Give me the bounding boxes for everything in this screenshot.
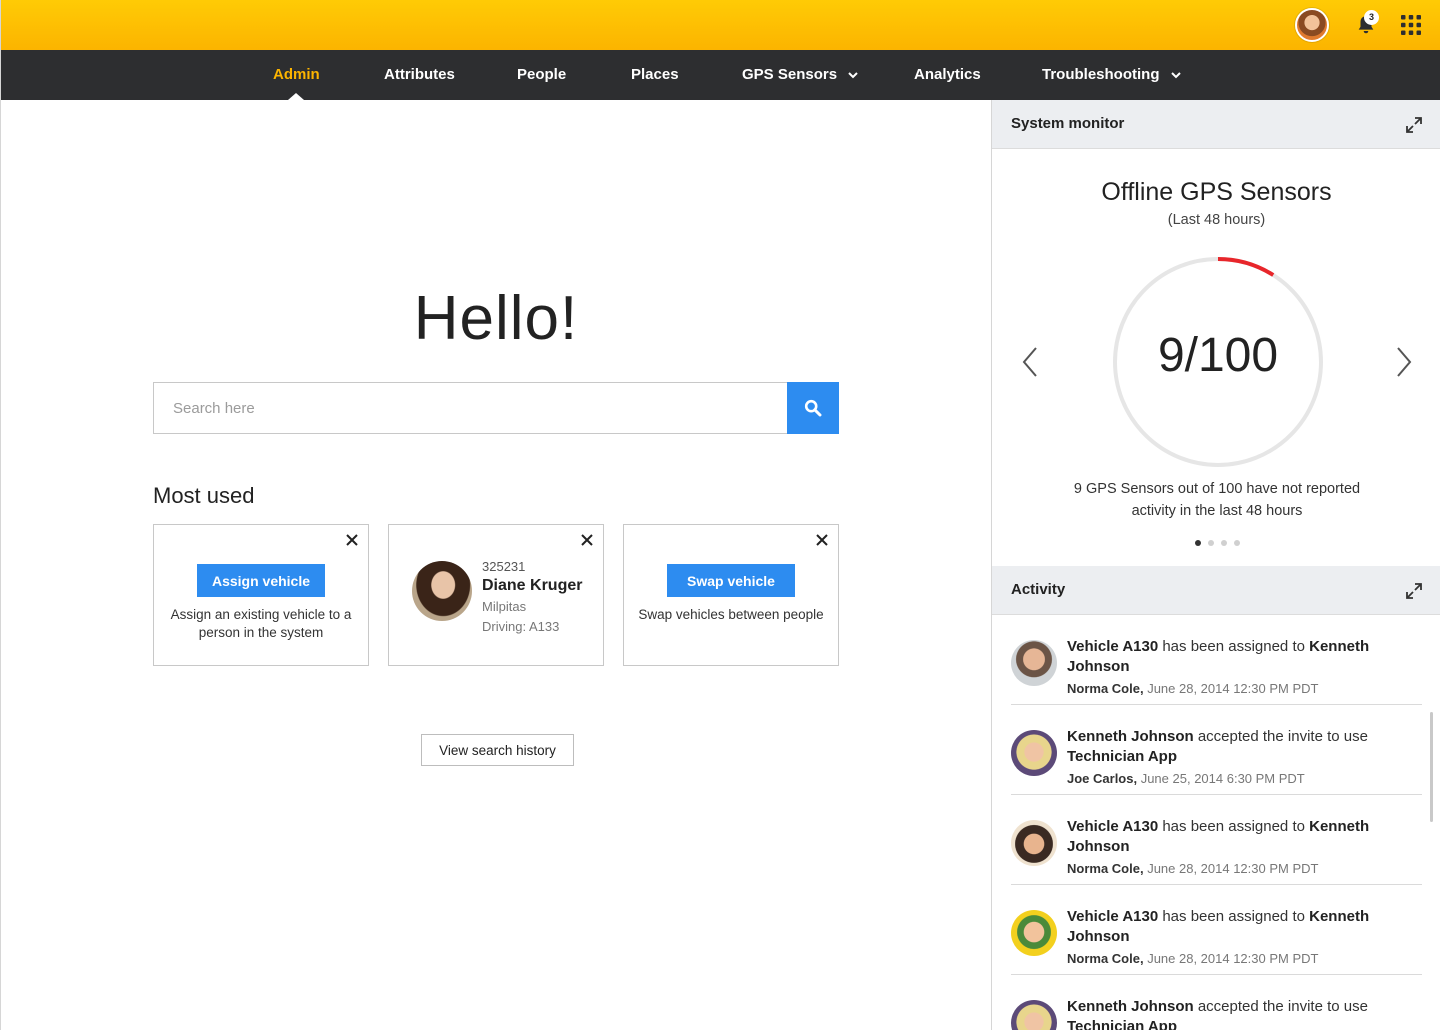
chevron-left-icon[interactable] — [1020, 346, 1040, 378]
search-icon — [804, 399, 822, 417]
avatar — [1011, 730, 1057, 776]
expand-icon[interactable] — [1405, 116, 1423, 134]
carousel-dot[interactable] — [1234, 540, 1240, 546]
search-input[interactable] — [153, 382, 788, 434]
view-search-history-button[interactable]: View search history — [421, 734, 574, 766]
monitor-subtitle: (Last 48 hours) — [1167, 212, 1266, 228]
activity-item[interactable]: Kenneth Johnson accepted the invite to u… — [1011, 705, 1422, 795]
avatar — [1011, 640, 1057, 686]
nav-places[interactable]: Places — [631, 50, 679, 100]
main-nav: Admin Attributes People Places GPS Senso… — [1, 50, 1440, 100]
expand-icon[interactable] — [1405, 582, 1423, 600]
person-id: 325231 — [482, 559, 526, 574]
card-description: Assign an existing vehicle to a person i… — [170, 607, 352, 640]
most-used-title: Most used — [153, 483, 255, 508]
nav-troubleshooting[interactable]: Troubleshooting — [1042, 50, 1182, 100]
card-description: Swap vehicles between people — [638, 607, 824, 622]
person-avatar — [412, 561, 472, 621]
notification-badge: 3 — [1364, 10, 1379, 25]
close-icon[interactable] — [815, 533, 829, 547]
nav-label: Places — [631, 66, 679, 83]
nav-admin[interactable]: Admin — [273, 50, 320, 100]
active-indicator — [288, 93, 305, 100]
shortcut-card-assign-vehicle: Assign vehicle Assign an existing vehicl… — [153, 524, 369, 666]
activity-scrollbar[interactable] — [1430, 712, 1433, 822]
nav-label: Attributes — [384, 66, 455, 83]
nav-label: Troubleshooting — [1042, 66, 1160, 83]
assign-vehicle-button[interactable]: Assign vehicle — [197, 564, 325, 597]
person-vehicle: Driving: A133 — [482, 619, 560, 634]
activity-item[interactable]: Vehicle A130 has been assigned to Kennet… — [1011, 615, 1422, 705]
avatar — [1011, 910, 1057, 956]
person-city: Milpitas — [482, 599, 527, 614]
carousel-dot[interactable] — [1195, 540, 1201, 546]
activity-item[interactable]: Vehicle A130 has been assigned to Kennet… — [1011, 885, 1422, 975]
nav-people[interactable]: People — [517, 50, 566, 100]
activity-feed: Vehicle A130 has been assigned to Kennet… — [992, 615, 1440, 1030]
nav-attributes[interactable]: Attributes — [384, 50, 455, 100]
activity-text: Kenneth Johnson accepted the invite to u… — [1067, 728, 1368, 765]
close-icon[interactable] — [345, 533, 359, 547]
activity-text: Vehicle A130 has been assigned to Kennet… — [1067, 818, 1370, 855]
person-name: Diane Kruger — [482, 577, 583, 594]
chevron-down-icon — [1170, 72, 1181, 79]
panel-title: Activity — [1011, 581, 1066, 598]
activity-text: Vehicle A130 has been assigned to Kennet… — [1067, 638, 1370, 675]
nav-analytics[interactable]: Analytics — [914, 50, 981, 100]
user-avatar[interactable] — [1295, 8, 1329, 42]
activity-meta: Norma Cole, June 28, 2014 12:30 PM PDT — [1067, 951, 1319, 966]
greeting-title: Hello! — [413, 284, 579, 353]
nav-label: Admin — [273, 66, 320, 83]
monitor-description: 9 GPS Sensors out of 100 have not report… — [1073, 481, 1361, 519]
search-button[interactable] — [787, 382, 839, 434]
activity-item[interactable]: Kenneth Johnson accepted the invite to u… — [1011, 975, 1422, 1030]
activity-text: Kenneth Johnson accepted the invite to u… — [1067, 998, 1368, 1030]
avatar — [1011, 820, 1057, 866]
top-bar: 3 — [1, 0, 1440, 50]
chevron-right-icon[interactable] — [1394, 346, 1414, 378]
carousel-dot[interactable] — [1208, 540, 1214, 546]
activity-item[interactable]: Vehicle A130 has been assigned to Kennet… — [1011, 795, 1422, 885]
panel-title: System monitor — [1011, 115, 1125, 132]
shortcut-card-swap-vehicle: Swap vehicle Swap vehicles between peopl… — [623, 524, 839, 666]
system-monitor-header: System monitor — [992, 100, 1440, 149]
gauge-value: 9/100 — [1157, 329, 1279, 382]
nav-label: Analytics — [914, 66, 981, 83]
monitor-title: Offline GPS Sensors — [1101, 178, 1332, 206]
apps-grid-icon[interactable] — [1401, 15, 1421, 35]
close-icon[interactable] — [580, 533, 594, 547]
chevron-down-icon — [848, 72, 858, 79]
activity-meta: Joe Carlos, June 25, 2014 6:30 PM PDT — [1067, 771, 1305, 786]
activity-text: Vehicle A130 has been assigned to Kennet… — [1067, 908, 1370, 945]
right-panel: System monitor Offline GPS Sensors (Last… — [991, 100, 1440, 1030]
nav-label: GPS Sensors — [742, 66, 838, 83]
activity-meta: Norma Cole, June 28, 2014 12:30 PM PDT — [1067, 681, 1319, 696]
activity-meta: Norma Cole, June 28, 2014 12:30 PM PDT — [1067, 861, 1319, 876]
nav-label: People — [517, 66, 567, 83]
shortcut-card-person[interactable]: 325231 Diane Kruger Milpitas Driving: A1… — [388, 524, 604, 666]
carousel-pagination — [1195, 540, 1240, 546]
carousel-dot[interactable] — [1221, 540, 1227, 546]
activity-header: Activity — [992, 566, 1440, 615]
avatar — [1011, 1000, 1057, 1030]
swap-vehicle-button[interactable]: Swap vehicle — [667, 564, 795, 597]
nav-gps-sensors[interactable]: GPS Sensors — [742, 50, 859, 100]
